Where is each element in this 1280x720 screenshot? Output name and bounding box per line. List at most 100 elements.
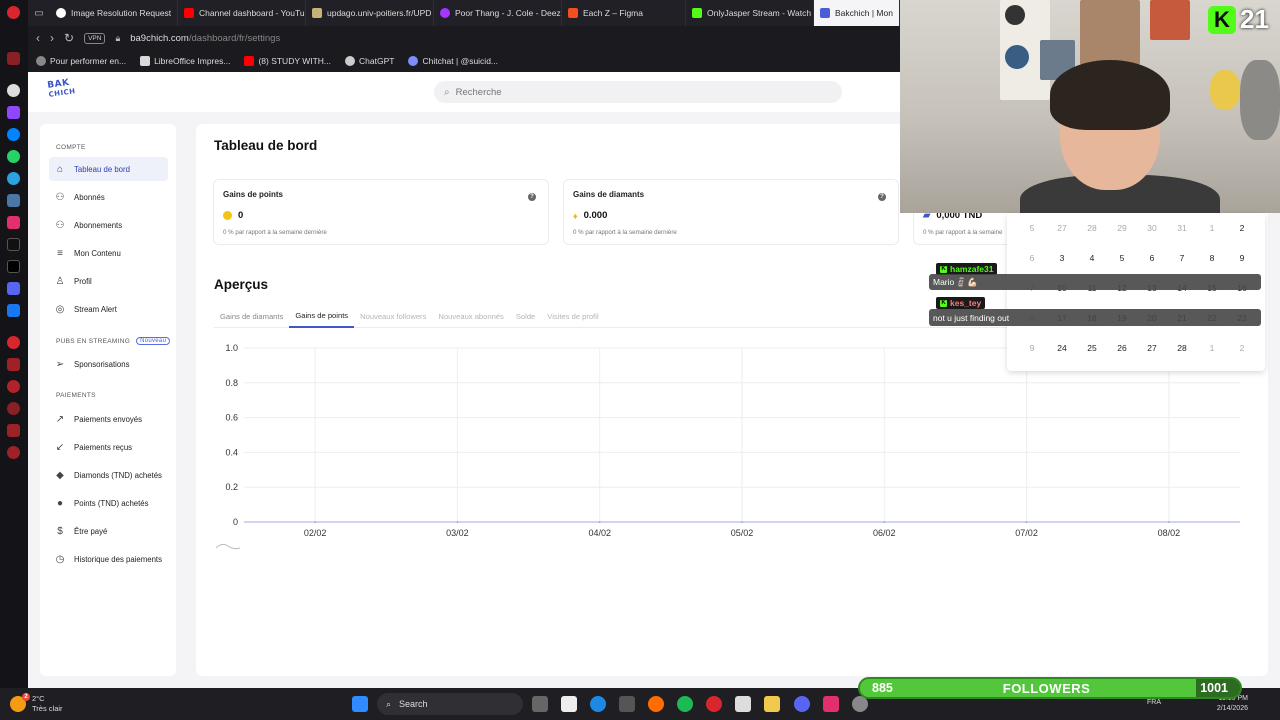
tab-nouveaux-abonnes[interactable]: Nouveaux abonnés xyxy=(432,304,509,328)
flow-icon[interactable] xyxy=(7,358,20,371)
tab-workspace-icon[interactable]: ▭ xyxy=(28,0,50,26)
tab-2[interactable]: updago.univ-poitiers.fr/UPD xyxy=(306,0,434,26)
site-logo[interactable]: BAK CHICH xyxy=(47,78,76,100)
settings-icon[interactable] xyxy=(7,446,20,459)
opera-logo-icon[interactable] xyxy=(7,6,20,19)
bookmark-0[interactable]: Pour performer en... xyxy=(36,56,126,66)
bookmark-4[interactable]: Chitchat | @suicid... xyxy=(408,56,498,66)
target-icon: ◎ xyxy=(55,303,65,315)
sidebar-item-diamonds-achetes[interactable]: ◆ Diamonds (TND) achetés xyxy=(49,463,168,487)
calendar-day[interactable]: 4 xyxy=(1077,253,1107,263)
history-icon[interactable] xyxy=(7,402,20,415)
calendar-day[interactable]: 24 xyxy=(1047,343,1077,353)
calendar-day[interactable]: 3 xyxy=(1047,253,1077,263)
tab-6-active[interactable]: Bakchich | Mon xyxy=(814,0,900,26)
instagram-icon[interactable] xyxy=(7,216,20,229)
twitch-icon[interactable] xyxy=(7,106,20,119)
unity-icon[interactable] xyxy=(619,696,635,712)
sidebar-item-mon-contenu[interactable]: ≡ Mon Contenu xyxy=(49,241,168,265)
bookmark-3[interactable]: ChatGPT xyxy=(345,56,394,66)
sidebar-item-stream-alert[interactable]: ◎ Stream Alert xyxy=(49,297,168,321)
weather-widget[interactable]: 2 2°C Très clair xyxy=(10,693,63,714)
tab-gains-diamants[interactable]: Gains de diamants xyxy=(214,304,289,328)
calendar-day[interactable]: 31 xyxy=(1167,223,1197,233)
search-input[interactable] xyxy=(455,86,756,98)
help-icon[interactable]: ? xyxy=(878,193,886,201)
calendar-day[interactable]: 29 xyxy=(1107,223,1137,233)
file-icon[interactable] xyxy=(561,696,577,712)
tab-1[interactable]: Channel dashboard - YouTube xyxy=(178,0,306,26)
firefox-icon[interactable] xyxy=(648,696,664,712)
calendar-day[interactable]: 30 xyxy=(1137,223,1167,233)
explorer-icon[interactable] xyxy=(764,696,780,712)
users-icon: ⚇ xyxy=(55,219,65,231)
language-indicator[interactable]: FRA xyxy=(1147,699,1161,706)
url-field[interactable]: ba9chich.com/dashboard/fr/settings xyxy=(130,33,280,44)
sidebar-item-points-achetes[interactable]: ● Points (TND) achetés xyxy=(49,491,168,515)
tab-nouveaux-followers[interactable]: Nouveaux followers xyxy=(354,304,432,328)
calendar-day[interactable]: 2 xyxy=(1227,343,1257,353)
taskbar-search[interactable]: ⌕ Search xyxy=(377,693,523,715)
calendar-day[interactable]: 2 xyxy=(1227,223,1257,233)
vpn-badge[interactable]: VPN xyxy=(84,32,106,44)
discord-icon[interactable] xyxy=(7,282,20,295)
speed-dial-icon[interactable] xyxy=(7,52,20,65)
sidebar-item-paiements-envoyes[interactable]: ↗ Paiements envoyés xyxy=(49,407,168,431)
windows-start-icon[interactable] xyxy=(352,696,368,712)
tab-0[interactable]: Image Resolution Request xyxy=(50,0,178,26)
sidebar-item-profil[interactable]: ♙ Profil xyxy=(49,269,168,293)
tab-4[interactable]: Each Z – Figma xyxy=(562,0,686,26)
calendar-day[interactable]: 1 xyxy=(1197,343,1227,353)
forward-icon[interactable]: › xyxy=(50,31,54,45)
back-icon[interactable]: ‹ xyxy=(36,31,40,45)
sidebar-item-sponsorisations[interactable]: ➢ Sponsorisations xyxy=(49,352,168,376)
bookmark-1[interactable]: LibreOffice Impres... xyxy=(140,56,230,66)
send-icon: ➢ xyxy=(55,358,65,370)
sidebar-item-tableau-de-bord[interactable]: ⌂ Tableau de bord xyxy=(49,157,168,181)
x-icon[interactable] xyxy=(7,260,20,273)
whatsapp-icon[interactable] xyxy=(7,150,20,163)
tab-solde[interactable]: Solde xyxy=(510,304,541,328)
vk-icon[interactable] xyxy=(7,194,20,207)
search-bar[interactable]: ⌕ xyxy=(434,81,842,103)
heart-icon[interactable] xyxy=(7,380,20,393)
sidebar-item-abonnes[interactable]: ⚇ Abonnés xyxy=(49,185,168,209)
bookmark-2[interactable]: (8) STUDY WITH... xyxy=(244,56,331,66)
calendar-day[interactable]: 25 xyxy=(1077,343,1107,353)
pinboard-icon[interactable] xyxy=(7,424,20,437)
tab-5[interactable]: OnlyJasper Stream - Watch xyxy=(686,0,814,26)
calendar-day[interactable]: 1 xyxy=(1197,223,1227,233)
calendar-day[interactable]: 6 xyxy=(1137,253,1167,263)
calendar-day[interactable]: 9 xyxy=(1227,253,1257,263)
discord-icon[interactable] xyxy=(794,696,810,712)
tab-3[interactable]: Poor Thang - J. Cole - Deezer xyxy=(434,0,562,26)
tiktok-icon[interactable] xyxy=(7,238,20,251)
calendar-day[interactable]: 7 xyxy=(1167,253,1197,263)
tab-visites-profil[interactable]: Visites de profil xyxy=(541,304,604,328)
sidebar-item-paiements-recus[interactable]: ↙ Paiements reçus xyxy=(49,435,168,459)
calendar-day[interactable]: 8 xyxy=(1197,253,1227,263)
sidebar-item-historique[interactable]: ◷ Historique des paiements xyxy=(49,547,168,571)
calendar-day[interactable]: 28 xyxy=(1077,223,1107,233)
calendar-day[interactable]: 27 xyxy=(1137,343,1167,353)
instagram-icon[interactable] xyxy=(823,696,839,712)
reload-icon[interactable]: ↻ xyxy=(64,31,74,45)
calendar-day[interactable]: 5 xyxy=(1107,253,1137,263)
spotify-icon[interactable] xyxy=(677,696,693,712)
task-view-icon[interactable] xyxy=(532,696,548,712)
telegram-icon[interactable] xyxy=(7,172,20,185)
opera-icon[interactable] xyxy=(706,696,722,712)
messenger-icon[interactable] xyxy=(7,128,20,141)
help-icon[interactable]: ? xyxy=(528,193,536,201)
store-icon[interactable] xyxy=(735,696,751,712)
calendar-day[interactable]: 27 xyxy=(1047,223,1077,233)
calendar-day[interactable]: 28 xyxy=(1167,343,1197,353)
edge-icon[interactable] xyxy=(590,696,606,712)
sidebar-item-abonnements[interactable]: ⚇ Abonnements xyxy=(49,213,168,237)
chatgpt-icon[interactable] xyxy=(7,84,20,97)
sidebar-item-etre-paye[interactable]: $ Être payé xyxy=(49,519,168,543)
app-icon[interactable] xyxy=(7,304,20,317)
player-icon[interactable] xyxy=(7,336,20,349)
tab-gains-points[interactable]: Gains de points xyxy=(289,304,355,328)
calendar-day[interactable]: 26 xyxy=(1107,343,1137,353)
